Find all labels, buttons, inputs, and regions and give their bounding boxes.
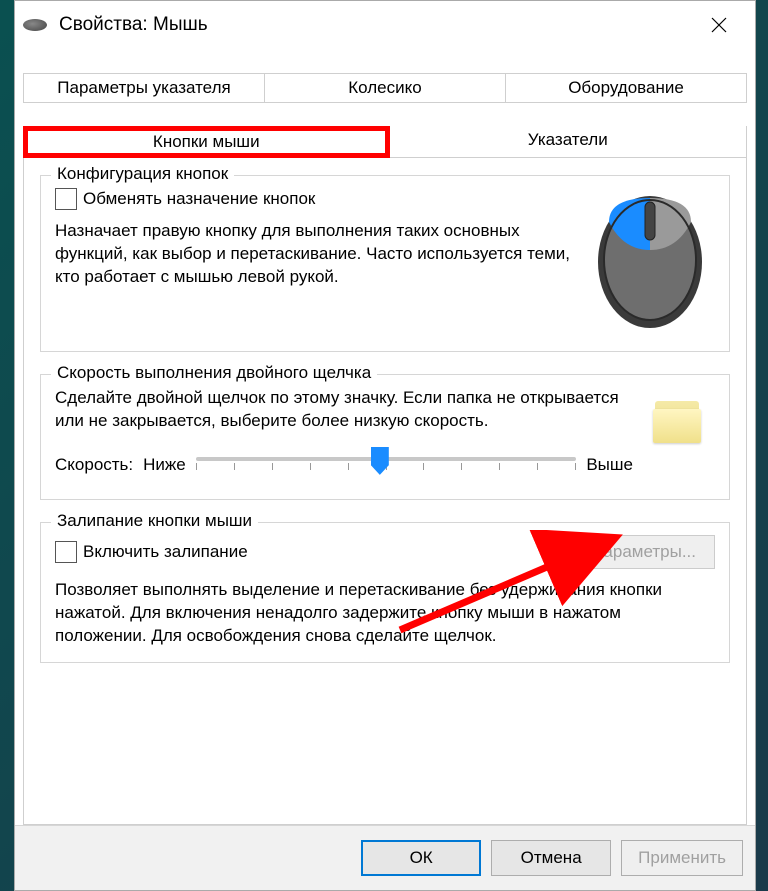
cancel-button[interactable]: Отмена [491, 840, 611, 876]
speed-high-label: Выше [586, 455, 633, 475]
group-buttons-config: Конфигурация кнопок Обменять назначение … [40, 175, 730, 352]
group-doubleclick-speed: Скорость выполнения двойного щелчка Сдел… [40, 374, 730, 500]
swap-buttons-label: Обменять назначение кнопок [83, 189, 315, 209]
mouse-preview-icon [585, 182, 715, 337]
tab-wheel[interactable]: Колесико [265, 73, 506, 103]
close-button[interactable] [691, 1, 747, 49]
mouse-properties-window: Свойства: Мышь Параметры указателя Колес… [14, 0, 756, 891]
group2-desc: Сделайте двойной щелчок по этому значку.… [55, 387, 633, 433]
tab-content: Конфигурация кнопок Обменять назначение … [23, 157, 747, 825]
group-clicklock: Залипание кнопки мыши Включить залипание… [40, 522, 730, 663]
group3-desc: Позволяет выполнять выделение и перетаск… [55, 579, 715, 648]
speed-label: Скорость: [55, 455, 133, 475]
tabs-row1: Параметры указателя Колесико Оборудовани… [23, 73, 747, 102]
clicklock-settings-button: Параметры... [572, 535, 715, 569]
group-title-2: Скорость выполнения двойного щелчка [51, 363, 377, 383]
group-title-3: Залипание кнопки мыши [51, 511, 258, 531]
swap-buttons-checkbox[interactable] [55, 188, 77, 210]
dialog-buttons: ОК Отмена Применить [15, 825, 755, 890]
close-icon [711, 17, 727, 33]
folder-test-icon[interactable] [653, 395, 715, 455]
tabs-row2: Кнопки мыши Указатели [23, 126, 747, 157]
window-title: Свойства: Мышь [59, 14, 691, 36]
clicklock-checkbox[interactable] [55, 541, 77, 563]
group1-desc: Назначает правую кнопку для выполнения т… [55, 220, 577, 289]
doubleclick-speed-slider[interactable] [196, 445, 577, 485]
apply-button: Применить [621, 840, 743, 876]
tab-pointer-options[interactable]: Параметры указателя [23, 73, 265, 103]
tab-hardware[interactable]: Оборудование [506, 73, 747, 103]
speed-low-label: Ниже [143, 455, 186, 475]
group-title-1: Конфигурация кнопок [51, 164, 234, 184]
mouse-icon [23, 19, 47, 31]
tab-pointers[interactable]: Указатели [390, 126, 748, 158]
tab-buttons[interactable]: Кнопки мыши [23, 126, 390, 158]
slider-thumb[interactable] [371, 447, 389, 475]
ok-button[interactable]: ОК [361, 840, 481, 876]
titlebar: Свойства: Мышь [15, 1, 755, 49]
clicklock-label: Включить залипание [83, 542, 248, 562]
